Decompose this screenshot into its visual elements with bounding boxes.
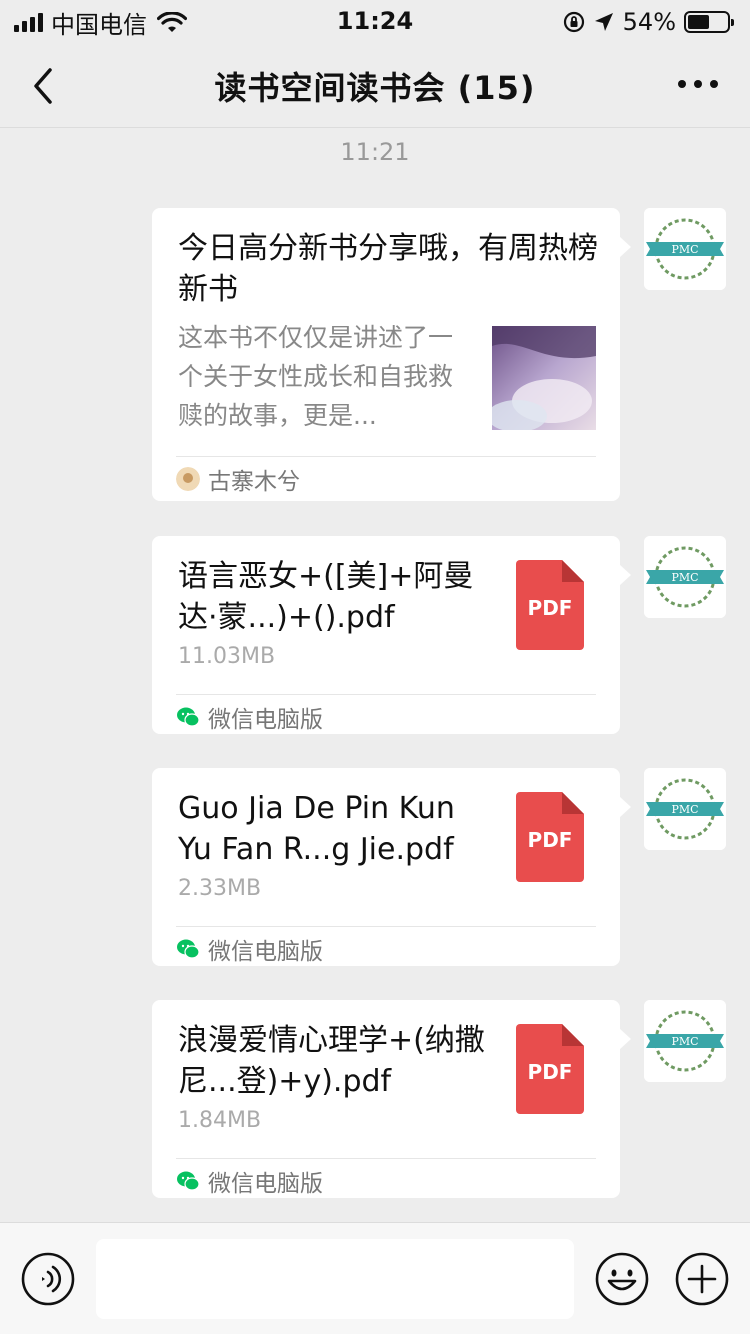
message-timestamp: 11:21 (340, 138, 410, 166)
avatar[interactable]: PMC (644, 208, 726, 290)
message-input[interactable] (96, 1239, 574, 1319)
svg-text:PMC: PMC (671, 1035, 698, 1048)
card-divider (176, 1158, 596, 1159)
link-card[interactable]: 今日高分新书分享哦，有周热榜新书 这本书不仅仅是讲述了一个关于女性成长和自我救赎… (152, 208, 631, 501)
card-description: 这本书不仅仅是讲述了一个关于女性成长和自我救赎的故事，更是... (178, 323, 454, 430)
file-name: 语言恶女+([美]+阿曼达·蒙...)+().pdf (178, 559, 474, 635)
svg-text:PMC: PMC (671, 571, 698, 584)
card-divider (176, 694, 596, 695)
battery-percent: 54% (622, 8, 676, 36)
source-name: 微信电脑版 (208, 707, 323, 733)
signal-icon (14, 12, 43, 32)
source-name: 古寨木兮 (208, 469, 300, 495)
back-icon[interactable] (24, 64, 64, 108)
source-name: 微信电脑版 (208, 939, 323, 965)
wechat-icon (177, 707, 200, 727)
carrier-name: 中国电信 (51, 10, 147, 39)
file-card[interactable]: Guo Jia De Pin Kun Yu Fan R...g Jie.pdf … (152, 768, 631, 966)
source-name: 微信电脑版 (208, 1171, 323, 1197)
pdf-file-icon (516, 792, 584, 882)
emoji-icon[interactable] (594, 1251, 650, 1307)
pdf-file-icon (516, 560, 584, 650)
voice-input-icon[interactable] (20, 1251, 76, 1307)
card-divider (176, 456, 596, 457)
card-source: 微信电脑版 (176, 1164, 323, 1198)
card-thumbnail (492, 326, 596, 430)
battery-icon (684, 11, 734, 33)
svg-text:PMC: PMC (671, 243, 698, 256)
nav-bar: 读书空间读书会 (15) (0, 44, 750, 128)
card-source: 微信电脑版 (176, 700, 323, 734)
pdf-file-icon (516, 1024, 584, 1114)
wifi-icon (157, 12, 187, 32)
orientation-lock-icon (563, 11, 584, 33)
source-avatar-icon (176, 467, 200, 491)
plus-icon[interactable] (674, 1251, 730, 1307)
file-size: 2.33MB (178, 876, 262, 901)
svg-text:PMC: PMC (671, 803, 698, 816)
file-size: 11.03MB (178, 644, 276, 669)
status-bar: 中国电信 11:24 54% (0, 0, 750, 44)
input-bar (0, 1222, 750, 1334)
wechat-icon (177, 1171, 200, 1191)
chat-title: 读书空间读书会 (15) (214, 68, 536, 107)
avatar[interactable]: PMC (644, 768, 726, 850)
file-size: 1.84MB (178, 1108, 262, 1133)
file-name: 浪漫爱情心理学+(纳撒尼...登)+y).pdf (178, 1023, 485, 1099)
location-icon (594, 13, 613, 31)
avatar[interactable]: PMC (644, 536, 726, 618)
card-source: 古寨木兮 (176, 462, 300, 496)
wechat-icon (177, 939, 200, 959)
file-card[interactable]: 语言恶女+([美]+阿曼达·蒙...)+().pdf 11.03MB PDF 微… (152, 536, 631, 734)
file-card[interactable]: 浪漫爱情心理学+(纳撒尼...登)+y).pdf 1.84MB PDF 微信电脑… (152, 1000, 631, 1198)
card-divider (176, 926, 596, 927)
file-name: Guo Jia De Pin Kun Yu Fan R...g Jie.pdf (178, 791, 455, 867)
avatar[interactable]: PMC (644, 1000, 726, 1082)
card-title: 今日高分新书分享哦，有周热榜新书 (178, 231, 598, 307)
card-source: 微信电脑版 (176, 932, 323, 966)
more-icon[interactable] (678, 80, 718, 88)
